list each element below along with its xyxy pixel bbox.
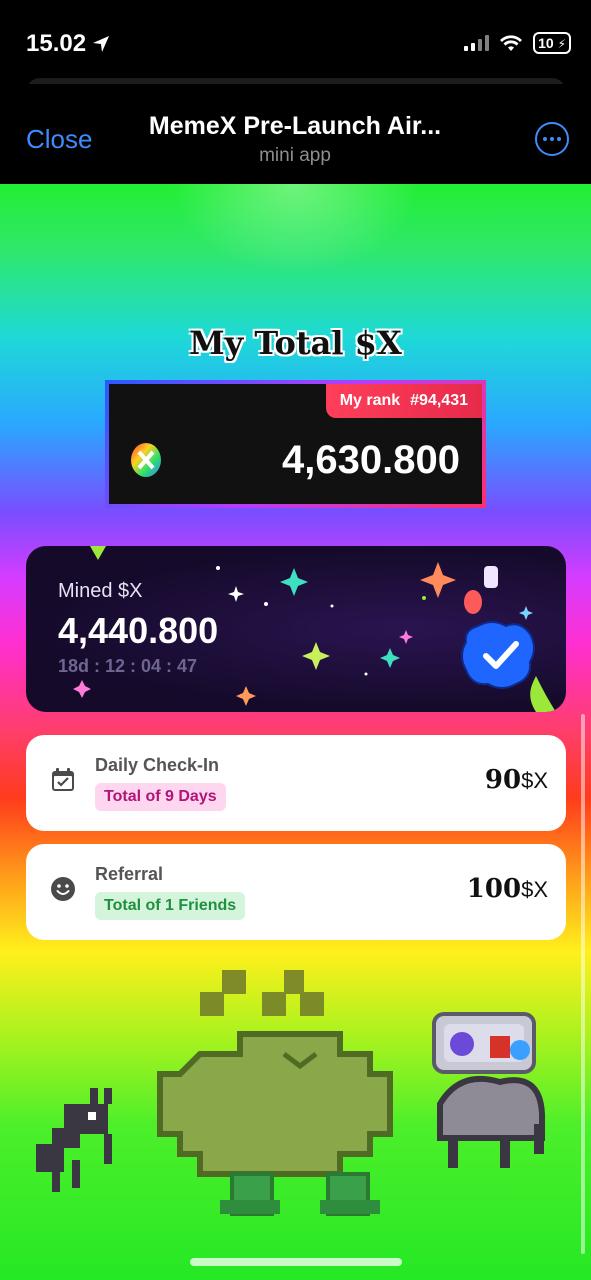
app-subtitle: mini app xyxy=(259,145,331,166)
main-content: My Total $X My rank #94,431 4,630.800 Mi… xyxy=(0,184,591,1280)
mined-countdown: 18d : 12 : 04 : 47 xyxy=(58,656,198,676)
rank-value: #94,431 xyxy=(410,392,468,409)
battery-level: 10 xyxy=(538,35,554,51)
verified-badge-icon xyxy=(461,621,535,689)
more-button[interactable] xyxy=(535,122,569,156)
home-indicator[interactable] xyxy=(190,1258,402,1266)
rank-label: My rank xyxy=(339,392,401,409)
smiley-icon xyxy=(51,877,75,901)
signal-icon xyxy=(464,35,490,51)
status-time: 15.02 xyxy=(26,30,110,58)
daily-checkin-card[interactable]: Daily Check-In Total of 9 Days 90$X xyxy=(26,735,566,831)
mined-label: Mined $X xyxy=(58,580,143,602)
mined-card[interactable]: Mined $X 4,440.800 18d : 12 : 04 : 47 xyxy=(26,546,566,712)
referral-amount: 100$X xyxy=(467,874,548,904)
mini-app-header: Close MemeX Pre-Launch Air... mini app xyxy=(0,84,591,184)
app-title: MemeX Pre-Launch Air... xyxy=(148,112,442,140)
token-icon xyxy=(131,443,161,477)
pixel-characters-illustration xyxy=(36,970,545,1216)
mined-value: 4,440.800 xyxy=(58,610,219,651)
total-value: 4,630.800 xyxy=(282,438,460,482)
referral-amount-unit: $X xyxy=(521,877,548,902)
calendar-check-icon xyxy=(52,768,74,791)
close-button[interactable]: Close xyxy=(26,124,92,155)
checkin-amount-unit: $X xyxy=(521,768,548,793)
referral-badge: Total of 1 Friends xyxy=(95,892,246,920)
total-heading: My Total $X xyxy=(189,324,402,362)
location-arrow-icon xyxy=(93,36,110,52)
wifi-icon xyxy=(500,35,523,51)
checkin-amount: 90$X xyxy=(485,765,548,795)
checkin-badge: Total of 9 Days xyxy=(95,783,226,811)
checkin-amount-value: 90 xyxy=(484,765,522,795)
scrollbar[interactable] xyxy=(581,714,585,1254)
more-icon xyxy=(543,137,547,141)
referral-label: Referral xyxy=(95,864,164,884)
clock-text: 15.02 xyxy=(26,30,87,57)
light-rays xyxy=(170,184,420,274)
total-card: My rank #94,431 4,630.800 xyxy=(105,380,486,508)
status-bar: 15.02 10 ⚡ xyxy=(0,0,591,84)
title-block: MemeX Pre-Launch Air... mini app xyxy=(120,112,470,167)
rank-badge: My rank #94,431 xyxy=(325,384,482,418)
referral-card[interactable]: Referral Total of 1 Friends 100$X xyxy=(26,844,566,940)
battery-icon: 10 ⚡ xyxy=(533,32,571,54)
checkin-label: Daily Check-In xyxy=(95,755,220,775)
referral-amount-value: 100 xyxy=(466,874,522,904)
